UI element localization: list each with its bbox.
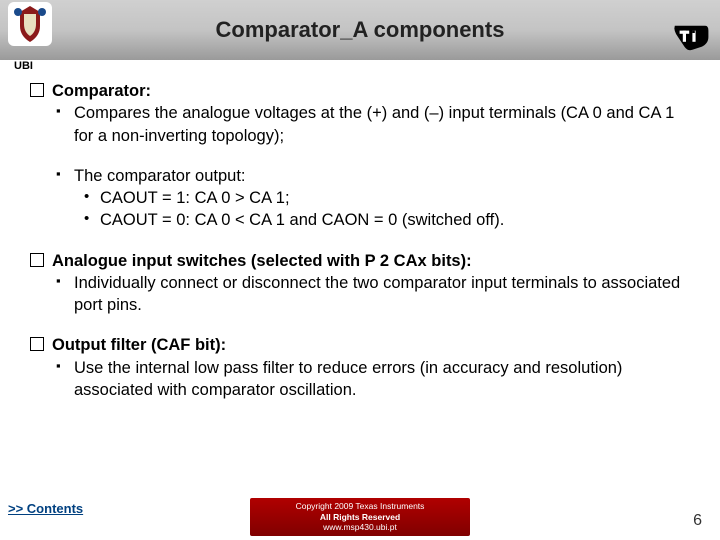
bullet-text: Use the internal low pass filter to redu… — [30, 357, 690, 402]
section-comparator: Comparator: Compares the analogue voltag… — [30, 80, 690, 232]
copyright-line2: All Rights Reserved — [262, 512, 458, 523]
bullet-text: Compares the analogue voltages at the (+… — [30, 102, 690, 147]
section-head: Output filter (CAF bit): — [30, 334, 690, 356]
ubi-label: UBI — [12, 60, 35, 72]
slide-body: Comparator: Compares the analogue voltag… — [0, 60, 720, 429]
section-head: Comparator: — [30, 80, 690, 102]
subbullet-text: CAOUT = 1: CA 0 > CA 1; — [30, 187, 690, 209]
slide-title: Comparator_A components — [0, 17, 720, 43]
slide: Comparator_A components UBI Comparator: … — [0, 0, 720, 540]
ti-logo — [670, 22, 710, 57]
bullet-text: The comparator output: — [30, 165, 690, 187]
footer: >> Contents Copyright 2009 Texas Instrum… — [0, 496, 720, 540]
contents-link[interactable]: >> Contents — [8, 501, 83, 516]
slide-number: 6 — [693, 512, 702, 530]
footer-url: www.msp430.ubi.pt — [262, 522, 458, 533]
copyright-line1: Copyright 2009 Texas Instruments — [262, 501, 458, 512]
section-switches: Analogue input switches (selected with P… — [30, 250, 690, 317]
subbullet-text: CAOUT = 0: CA 0 < CA 1 and CAON = 0 (swi… — [30, 209, 690, 231]
ti-logo-icon — [670, 22, 710, 52]
section-head: Analogue input switches (selected with P… — [30, 250, 690, 272]
ubi-crest-logo — [8, 2, 52, 46]
section-filter: Output filter (CAF bit): Use the interna… — [30, 334, 690, 401]
header-bar: Comparator_A components — [0, 0, 720, 60]
crest-icon — [10, 4, 50, 44]
copyright-box: Copyright 2009 Texas Instruments All Rig… — [250, 498, 470, 536]
bullet-text: Individually connect or disconnect the t… — [30, 272, 690, 317]
